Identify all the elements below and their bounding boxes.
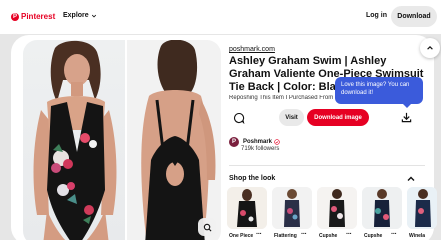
shop-item-label: Cupshe xyxy=(364,233,383,239)
source-link[interactable]: poshmark.com xyxy=(229,46,275,53)
swimsuit-back-photo xyxy=(127,40,221,240)
download-tooltip: Love this image? You can download it! xyxy=(335,77,423,108)
shop-item-thumb[interactable] xyxy=(362,187,402,229)
shop-title: Shop the look xyxy=(229,175,276,182)
profile-name: Poshmark xyxy=(243,139,273,145)
download-icon xyxy=(401,112,411,122)
shop-item-thumb[interactable] xyxy=(227,187,267,229)
download-icon-button[interactable] xyxy=(397,108,415,126)
lens-icon xyxy=(203,223,211,231)
pinterest-logo-text: Pinterest xyxy=(21,12,56,21)
download-app-button[interactable]: Download xyxy=(391,6,437,27)
login-button[interactable]: Log in xyxy=(366,12,387,19)
pin-image[interactable] xyxy=(23,40,221,240)
top-nav: P Pinterest Explore Log in Download xyxy=(0,0,441,34)
shop-item-label: Winela xyxy=(409,233,426,239)
chevron-up-icon[interactable] xyxy=(406,174,416,184)
more-options-icon[interactable]: ··· xyxy=(256,231,262,238)
avatar: P xyxy=(229,137,239,147)
verified-icon xyxy=(274,139,280,145)
more-options-icon[interactable]: ··· xyxy=(346,231,352,238)
shop-item-label: One Piece xyxy=(229,233,254,239)
pinterest-logo-icon: P xyxy=(11,12,19,21)
chevron-down-icon xyxy=(91,14,96,17)
pinterest-logo[interactable]: P Pinterest xyxy=(11,12,55,21)
profile-name-wrap: Poshmark xyxy=(243,139,280,145)
comment-icon xyxy=(233,112,245,124)
shop-item-label: Cupshe xyxy=(319,233,338,239)
download-image-button[interactable]: Download image xyxy=(307,109,369,126)
followers-count: 719k followers xyxy=(241,146,280,152)
shop-item-label: Flattering xyxy=(274,233,297,239)
visual-search-button[interactable] xyxy=(198,218,216,236)
shop-item-thumb[interactable] xyxy=(272,187,312,229)
explore-label: Explore xyxy=(63,12,89,19)
chevron-up-icon xyxy=(427,46,433,50)
explore-menu[interactable]: Explore xyxy=(63,12,97,19)
shop-item-thumb[interactable] xyxy=(317,187,357,229)
more-options-icon[interactable]: ··· xyxy=(391,231,397,238)
shop-item-thumb[interactable] xyxy=(407,187,437,229)
swimsuit-front-photo xyxy=(23,40,125,240)
more-options-icon[interactable]: ··· xyxy=(301,231,307,238)
comment-button[interactable] xyxy=(230,109,248,127)
divider xyxy=(229,165,425,166)
visit-button[interactable]: Visit xyxy=(279,109,304,126)
